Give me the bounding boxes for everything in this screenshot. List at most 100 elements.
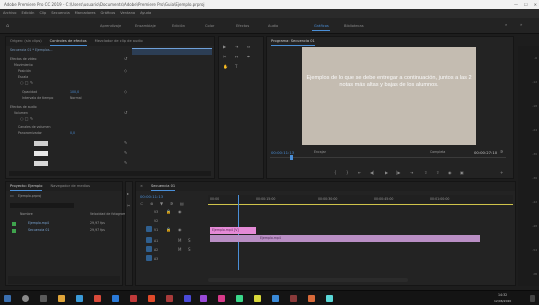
selection-tool-icon[interactable]: ▸	[127, 192, 129, 196]
eyedropper-icon[interactable]: ✎	[124, 141, 127, 145]
workspace-color[interactable]: Color	[205, 24, 214, 28]
app-icon[interactable]	[94, 295, 101, 302]
keyframe-icon[interactable]: ◇	[124, 69, 127, 73]
workspace-editing[interactable]: Edición	[172, 24, 185, 28]
track-label-a1[interactable]: A1	[154, 239, 158, 243]
settings-icon[interactable]: ✲	[170, 202, 173, 206]
go-to-out-icon[interactable]: ⇥	[410, 171, 413, 175]
type-tool-icon[interactable]: T	[235, 65, 237, 69]
eye-icon[interactable]: ◉	[178, 228, 182, 232]
browser-icon[interactable]	[76, 295, 83, 302]
menu-file[interactable]: Archivo	[3, 9, 16, 18]
close-icon[interactable]: ✕	[534, 0, 537, 9]
menu-sequence[interactable]: Secuencia	[51, 9, 69, 18]
track-label-v2[interactable]: V2	[154, 219, 158, 223]
go-to-in-icon[interactable]: ⇤	[358, 171, 361, 175]
app-icon[interactable]	[236, 295, 243, 302]
tab-program[interactable]: Programa: Secuencia 01	[271, 37, 315, 46]
export-frame-icon[interactable]: ◉	[448, 171, 452, 175]
captions-icon[interactable]: ▤	[180, 202, 184, 206]
workspace-libraries[interactable]: Bibliotecas	[344, 24, 364, 28]
mark-in-icon[interactable]: {	[334, 171, 337, 175]
shape-tools-icon[interactable]: ○ □ ✎	[20, 81, 33, 85]
home-icon[interactable]: ⌂	[6, 23, 9, 29]
timeline-timecode[interactable]: 00:00:11:13	[140, 194, 163, 199]
file-explorer-icon[interactable]	[58, 295, 65, 302]
pen-tool-icon[interactable]: ✒	[247, 55, 250, 59]
source-patch-v1[interactable]	[146, 226, 152, 232]
menu-graphics[interactable]: Gráficos	[101, 9, 116, 18]
app-icon[interactable]	[254, 295, 261, 302]
workspace-audio[interactable]: Audio	[268, 24, 278, 28]
app-icon[interactable]	[272, 295, 279, 302]
add-marker-icon[interactable]: ▼	[160, 202, 163, 206]
fx-position[interactable]: Posición	[18, 69, 31, 73]
lock-track-icon[interactable]: 🔒	[166, 210, 171, 214]
app-icon[interactable]	[218, 295, 225, 302]
maximize-icon[interactable]: ☐	[524, 0, 528, 9]
step-back-icon[interactable]: ◀|	[370, 171, 374, 175]
mute-track-icon[interactable]: M	[178, 248, 181, 252]
play-icon[interactable]: ▶	[385, 171, 388, 175]
fx-scale[interactable]: Escala	[18, 75, 28, 79]
compare-view-icon[interactable]: ▣	[460, 171, 464, 175]
start-button-icon[interactable]	[4, 295, 11, 302]
panner-value[interactable]: 0,0	[70, 131, 75, 135]
app-icon[interactable]	[184, 295, 191, 302]
video-clip[interactable]: Ejemplo.mp4 [V]	[210, 227, 256, 234]
program-playhead[interactable]	[290, 155, 293, 160]
workspace-learning[interactable]: Aprendizaje	[100, 24, 121, 28]
workspace-assembly[interactable]: Ensamblaje	[135, 24, 156, 28]
minimize-icon[interactable]: —	[514, 0, 518, 9]
fx-opacity[interactable]: Opacidad	[22, 90, 37, 94]
timeline-scrollbar[interactable]	[208, 278, 408, 282]
color-swatch-2[interactable]	[34, 151, 48, 156]
menu-clip[interactable]: Clip	[39, 9, 46, 18]
fx-volume[interactable]: Volumen	[14, 111, 28, 115]
playback-resolution-select[interactable]: Completa	[430, 150, 445, 154]
menu-window[interactable]: Ventana	[120, 9, 135, 18]
workspace-graphics[interactable]: Gráficos	[314, 24, 329, 28]
app-icon[interactable]	[130, 295, 137, 302]
razor-tool-icon[interactable]: ✂	[127, 204, 130, 208]
menu-help[interactable]: Ayuda	[140, 9, 151, 18]
source-patch-a1[interactable]	[146, 237, 152, 243]
tab-effect-controls[interactable]: Controles de efectos	[49, 37, 87, 46]
work-area-bar[interactable]	[208, 204, 513, 205]
project-item-name[interactable]: Secuencia 01	[28, 228, 49, 232]
solo-track-icon[interactable]: S	[188, 248, 191, 252]
color-swatch-3[interactable]	[34, 161, 48, 166]
solo-track-icon[interactable]: S	[188, 239, 191, 243]
tab-sequence[interactable]: Secuencia 01	[151, 182, 176, 191]
fx-video-effects[interactable]: Efectos de vídeo	[10, 57, 36, 61]
track-select-icon[interactable]: ⇥	[235, 45, 238, 49]
selection-tool-icon[interactable]: ▶	[223, 45, 226, 49]
keyframe-icon[interactable]: ◇	[124, 90, 127, 94]
track-label-a3[interactable]: A3	[154, 257, 158, 261]
track-label-a2[interactable]: A2	[154, 248, 158, 252]
time-ruler[interactable]	[208, 195, 513, 203]
hand-tool-icon[interactable]: ✋	[223, 65, 228, 69]
blend-mode[interactable]: Normal	[70, 96, 82, 100]
program-video-frame[interactable]: Ejemplos de lo que se debe entregar a co…	[302, 47, 476, 145]
audio-clip[interactable]: Ejemplo.mp4	[210, 235, 480, 242]
lock-track-icon[interactable]: 🔒	[166, 228, 171, 232]
fx-panner[interactable]: Panoramizador	[18, 131, 42, 135]
close-tab-icon[interactable]: ×	[140, 182, 143, 191]
column-name-header[interactable]: Nombre	[20, 212, 33, 216]
tab-source[interactable]: Origen: (sin clips)	[10, 37, 42, 46]
slip-tool-icon[interactable]: ↔	[235, 55, 238, 59]
extract-icon[interactable]: ⇪	[436, 171, 439, 175]
fx-time-remap[interactable]: Intervalo de tiempo	[22, 96, 53, 100]
tab-project[interactable]: Proyecto: Ejemplo	[10, 182, 43, 191]
eyedropper-icon[interactable]: ✎	[124, 161, 127, 165]
program-scrub-bar[interactable]	[270, 157, 506, 158]
opacity-value[interactable]: 100,0	[70, 90, 79, 94]
mask-tools-icon[interactable]: ○ □ ✎	[20, 117, 33, 121]
snap-icon[interactable]: ⊂	[140, 202, 143, 206]
app-icon[interactable]	[148, 295, 155, 302]
premiere-pro-icon[interactable]	[200, 295, 207, 302]
track-label-v3[interactable]: V3	[154, 210, 158, 214]
lift-icon[interactable]: ⇧	[424, 171, 427, 175]
add-button-icon[interactable]: +	[500, 171, 503, 175]
